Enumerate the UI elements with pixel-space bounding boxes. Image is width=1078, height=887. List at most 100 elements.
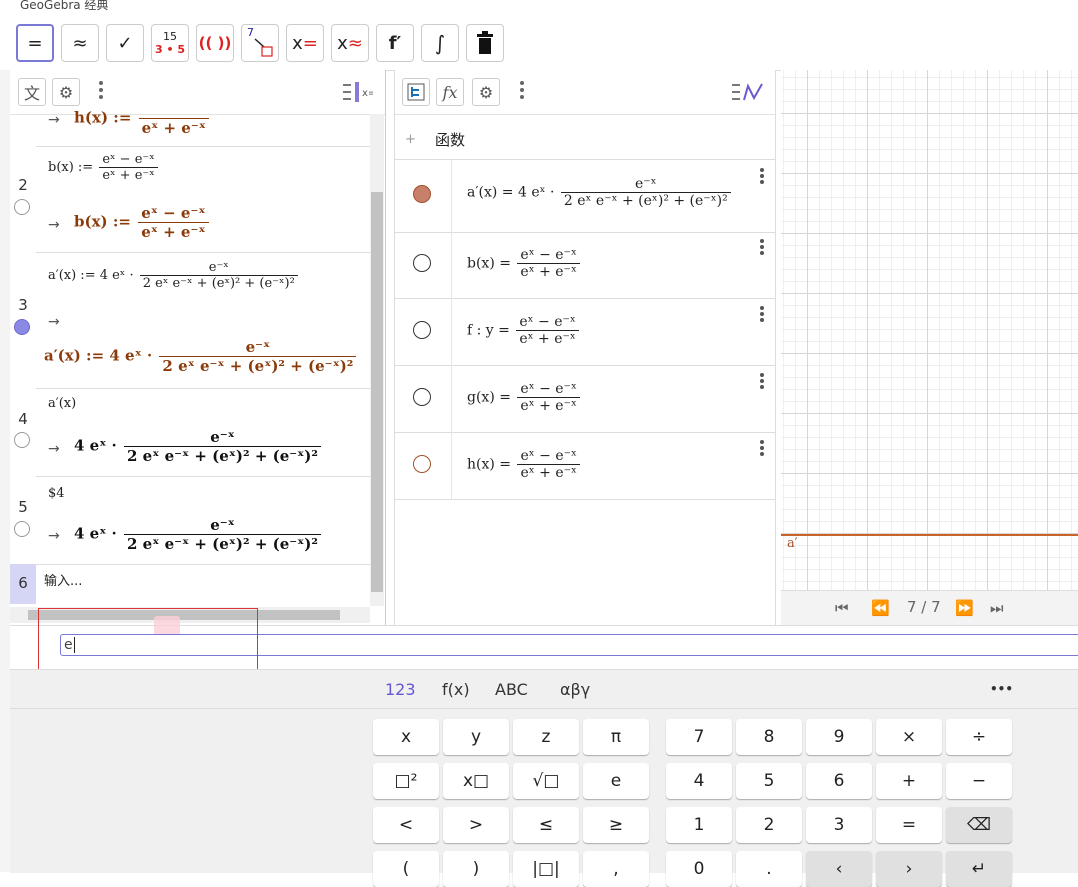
key-6[interactable]: 6 bbox=[806, 763, 872, 799]
last-step-button[interactable]: ⏭ bbox=[990, 599, 1004, 617]
cas-row-4[interactable]: 4 a′(x) → 4 eˣ · e⁻ˣ 2 eˣ e⁻ˣ + (eˣ)² + (… bbox=[10, 388, 370, 477]
cas-row-6[interactable]: 6 输入... bbox=[10, 564, 370, 604]
key-divide[interactable]: ÷ bbox=[946, 719, 1012, 755]
expand-icon[interactable]: + bbox=[405, 132, 416, 147]
key-7[interactable]: 7 bbox=[666, 719, 732, 755]
keyboard-text-button[interactable]: 文 bbox=[18, 78, 46, 106]
item-menu-button[interactable] bbox=[759, 237, 765, 257]
next-step-button[interactable]: ⏩ bbox=[955, 599, 974, 617]
key-greater-equal[interactable]: ≥ bbox=[583, 807, 649, 843]
key-plus[interactable]: + bbox=[876, 763, 942, 799]
delete-button[interactable] bbox=[466, 24, 504, 62]
evaluate-button[interactable]: = bbox=[16, 24, 54, 62]
keep-input-button[interactable]: ✓ bbox=[106, 24, 144, 62]
algebra-toggle-style-bar-button[interactable] bbox=[732, 80, 766, 104]
item-menu-button[interactable] bbox=[759, 166, 765, 186]
algebra-item-b[interactable]: b(x) = eˣ − e⁻ˣ eˣ + e⁻ˣ bbox=[395, 231, 775, 299]
function-group-header[interactable]: + 函数 bbox=[395, 114, 775, 158]
curve-a-prime[interactable] bbox=[781, 534, 1078, 536]
key-8[interactable]: 8 bbox=[736, 719, 802, 755]
substitute-button[interactable]: 7 bbox=[241, 24, 279, 62]
item-menu-button[interactable] bbox=[759, 371, 765, 391]
cursor-right-key[interactable]: › bbox=[876, 851, 942, 887]
key-abs[interactable]: |□| bbox=[513, 851, 579, 887]
numeric-button[interactable]: ≈ bbox=[61, 24, 99, 62]
cas-input-placeholder[interactable]: 输入... bbox=[44, 570, 82, 589]
key-4[interactable]: 4 bbox=[666, 763, 732, 799]
algebra-menu-button[interactable] bbox=[519, 78, 525, 106]
key-e[interactable]: e bbox=[583, 763, 649, 799]
integral-button[interactable]: ∫ bbox=[421, 24, 459, 62]
cas-row-5[interactable]: 5 $4 → 4 eˣ · e⁻ˣ 2 eˣ e⁻ˣ + (eˣ)² + (e⁻ˣ… bbox=[10, 476, 370, 565]
item-menu-button[interactable] bbox=[759, 438, 765, 458]
key-sqrt[interactable]: √□ bbox=[513, 763, 579, 799]
keyboard-tab-functions[interactable]: f(x) bbox=[442, 680, 470, 699]
backspace-key[interactable]: ⌫ bbox=[946, 807, 1012, 843]
key-multiply[interactable]: × bbox=[876, 719, 942, 755]
visibility-toggle[interactable] bbox=[14, 432, 30, 448]
key-y[interactable]: y bbox=[443, 719, 509, 755]
key-decimal[interactable]: . bbox=[736, 851, 802, 887]
key-greater-than[interactable]: > bbox=[443, 807, 509, 843]
visibility-toggle[interactable] bbox=[14, 319, 30, 335]
graphics-view[interactable]: a′ bbox=[781, 70, 1078, 590]
visibility-toggle[interactable] bbox=[14, 521, 30, 537]
visibility-marker[interactable] bbox=[413, 254, 431, 272]
algebra-expression[interactable]: a′(x) = 4 eˣ · e⁻ˣ 2 eˣ e⁻ˣ + (eˣ)² + (e⁻… bbox=[467, 176, 733, 209]
key-3[interactable]: 3 bbox=[806, 807, 872, 843]
algebra-expression[interactable]: g(x) = eˣ − e⁻ˣ eˣ + e⁻ˣ bbox=[467, 381, 582, 414]
tree-icon bbox=[407, 83, 425, 101]
key-9[interactable]: 9 bbox=[806, 719, 872, 755]
key-1[interactable]: 1 bbox=[666, 807, 732, 843]
solve-button[interactable]: x = bbox=[286, 24, 324, 62]
key-minus[interactable]: − bbox=[946, 763, 1012, 799]
key-equals[interactable]: = bbox=[876, 807, 942, 843]
algebra-expression[interactable]: h(x) = eˣ − e⁻ˣ eˣ + e⁻ˣ bbox=[467, 448, 582, 481]
nsolve-button[interactable]: x ≈ bbox=[331, 24, 369, 62]
key-0[interactable]: 0 bbox=[666, 851, 732, 887]
key-less-than[interactable]: < bbox=[373, 807, 439, 843]
key-x[interactable]: x bbox=[373, 719, 439, 755]
algebra-sort-button[interactable] bbox=[402, 78, 430, 106]
key-2[interactable]: 2 bbox=[736, 807, 802, 843]
key-5[interactable]: 5 bbox=[736, 763, 802, 799]
key-open-paren[interactable]: ( bbox=[373, 851, 439, 887]
visibility-marker[interactable] bbox=[413, 388, 431, 406]
cursor-left-key[interactable]: ‹ bbox=[806, 851, 872, 887]
cas-row-3[interactable]: 3 a′(x) := 4 eˣ · e⁻ˣ 2 eˣ e⁻ˣ + (eˣ)² + … bbox=[10, 252, 370, 389]
visibility-marker[interactable] bbox=[413, 455, 431, 473]
first-step-button[interactable]: ⏮ bbox=[835, 599, 849, 617]
key-pi[interactable]: π bbox=[583, 719, 649, 755]
key-power[interactable]: x□ bbox=[443, 763, 509, 799]
visibility-marker[interactable] bbox=[413, 321, 431, 339]
keyboard-tab-greek[interactable]: αβγ bbox=[560, 680, 590, 699]
algebra-settings-button[interactable]: ⚙ bbox=[472, 78, 500, 106]
key-z[interactable]: z bbox=[513, 719, 579, 755]
cas-vertical-scroll-thumb[interactable] bbox=[371, 192, 383, 592]
factor-button[interactable]: 15 3 • 5 bbox=[151, 24, 189, 62]
cas-toggle-style-bar-button[interactable]: x= bbox=[343, 80, 376, 104]
keyboard-more-button[interactable]: ••• bbox=[990, 682, 1013, 696]
algebra-expression[interactable]: f : y = eˣ − e⁻ˣ eˣ + e⁻ˣ bbox=[467, 314, 581, 347]
algebra-item-a-prime[interactable]: a′(x) = 4 eˣ · e⁻ˣ 2 eˣ e⁻ˣ + (eˣ)² + (e⁻… bbox=[395, 159, 775, 233]
keyboard-tab-123[interactable]: 123 bbox=[385, 680, 416, 699]
cas-row-2[interactable]: 2 b(x) := eˣ − e⁻ˣ eˣ + e⁻ˣ → b(x) := eˣ … bbox=[10, 146, 370, 253]
key-less-equal[interactable]: ≤ bbox=[513, 807, 579, 843]
key-comma[interactable]: , bbox=[583, 851, 649, 887]
algebra-item-f[interactable]: f : y = eˣ − e⁻ˣ eˣ + e⁻ˣ bbox=[395, 298, 775, 366]
algebra-expression[interactable]: b(x) = eˣ − e⁻ˣ eˣ + e⁻ˣ bbox=[467, 247, 582, 280]
cas-row-1[interactable]: → h(x) := eˣ + e⁻ˣ bbox=[10, 109, 370, 147]
expand-button[interactable]: (( )) bbox=[196, 24, 234, 62]
derivative-button[interactable]: f′ bbox=[376, 24, 414, 62]
algebra-item-g[interactable]: g(x) = eˣ − e⁻ˣ eˣ + e⁻ˣ bbox=[395, 365, 775, 433]
keyboard-tab-abc[interactable]: ABC bbox=[495, 680, 528, 699]
key-close-paren[interactable]: ) bbox=[443, 851, 509, 887]
visibility-marker[interactable] bbox=[413, 185, 431, 203]
previous-step-button[interactable]: ⏪ bbox=[871, 599, 890, 617]
item-menu-button[interactable] bbox=[759, 304, 765, 324]
input-help-button[interactable]: fx bbox=[436, 78, 464, 106]
enter-key[interactable]: ↵ bbox=[946, 851, 1012, 887]
key-square[interactable]: □² bbox=[373, 763, 439, 799]
visibility-toggle[interactable] bbox=[14, 199, 30, 215]
algebra-item-h[interactable]: h(x) = eˣ − e⁻ˣ eˣ + e⁻ˣ bbox=[395, 432, 775, 500]
